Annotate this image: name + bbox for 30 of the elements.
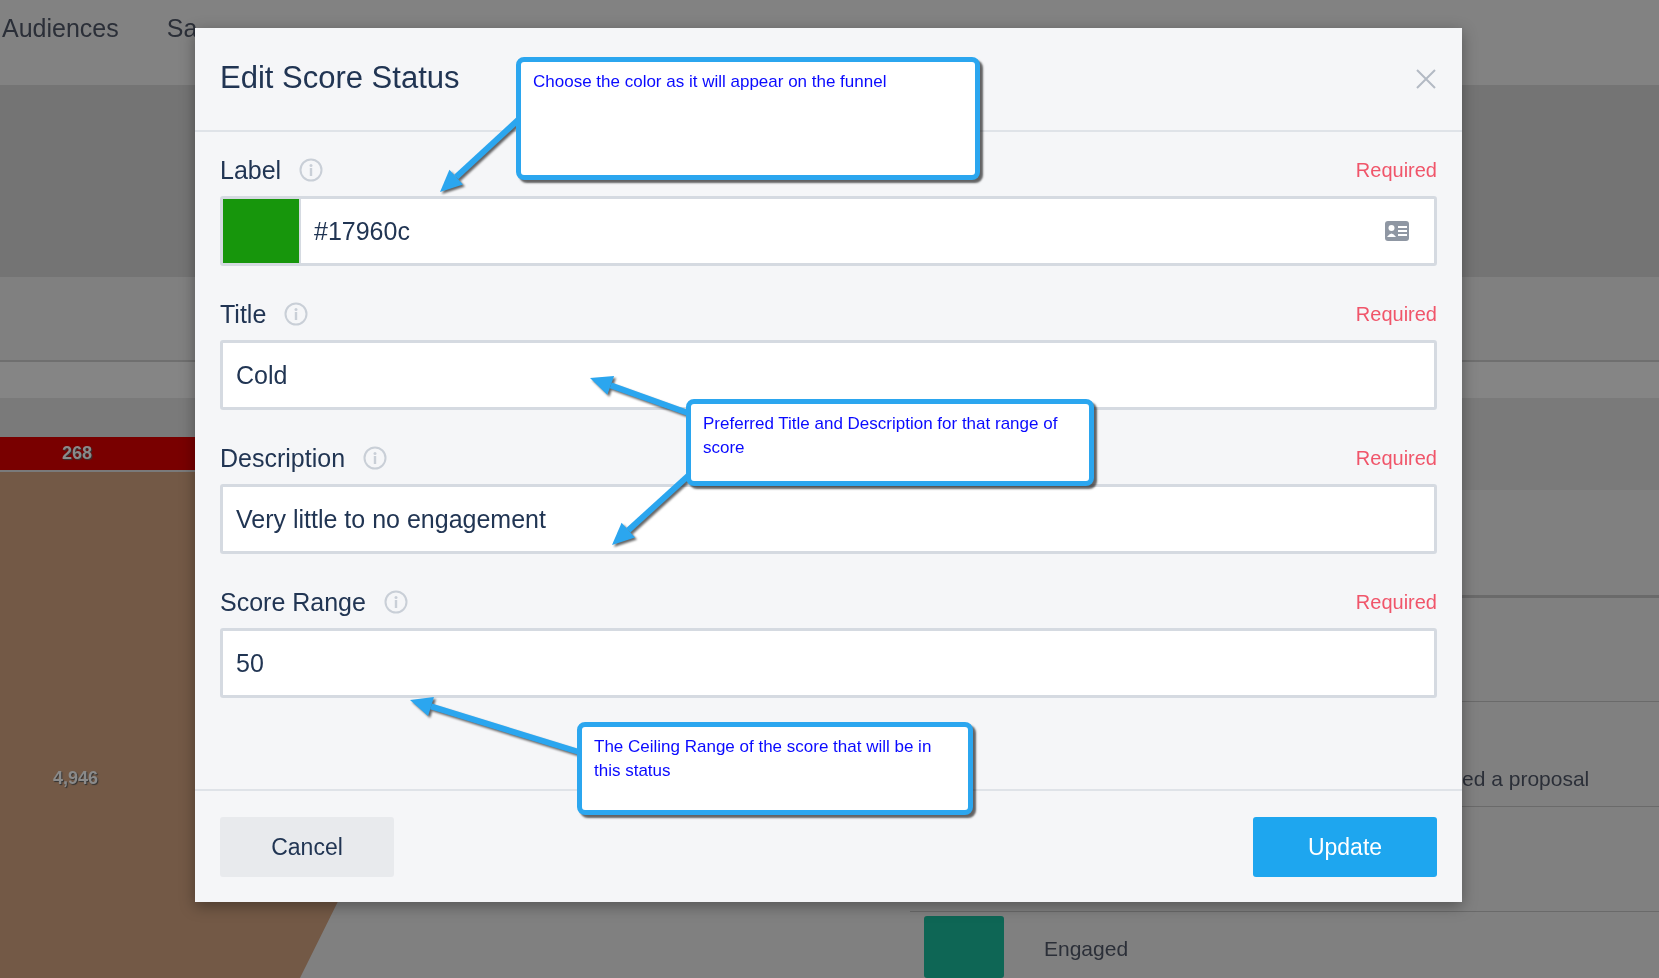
status-name: Engaged xyxy=(1044,936,1129,962)
annotation-callout: Choose the color as it will appear on the funnel xyxy=(516,57,980,180)
required-note: Required xyxy=(1355,590,1437,614)
cancel-button[interactable]: Cancel xyxy=(220,817,394,877)
field-label: Score Range xyxy=(220,587,366,617)
field-label: Label xyxy=(220,155,282,185)
info-icon[interactable] xyxy=(383,590,408,614)
close-icon[interactable] xyxy=(1416,69,1436,89)
info-icon[interactable] xyxy=(363,446,388,470)
color-swatch[interactable] xyxy=(223,199,301,263)
field-label: Description xyxy=(220,443,346,473)
hex-value-input[interactable]: #17960c xyxy=(301,199,1384,263)
text-field[interactable]: 50 xyxy=(220,628,1437,698)
funnel-value: 4,946 xyxy=(53,768,99,788)
text-field[interactable]: Cold xyxy=(220,340,1437,410)
contact-card-icon[interactable] xyxy=(1384,220,1410,242)
field-label: Title xyxy=(220,299,267,329)
annotation-callout: The Ceiling Range of the score that will be in this status xyxy=(577,722,973,815)
info-icon[interactable] xyxy=(299,158,324,182)
status-description: ed a proposal xyxy=(1462,766,1590,792)
info-icon[interactable] xyxy=(284,302,309,326)
annotation-callout: Preferred Title and Description for that range of score xyxy=(686,399,1094,486)
text-field[interactable]: Very little to no engagement xyxy=(220,484,1437,554)
color-field[interactable]: #17960c xyxy=(220,196,1437,266)
funnel-value: 268 xyxy=(62,443,93,463)
required-note: Required xyxy=(1355,158,1437,182)
required-note: Required xyxy=(1355,446,1437,470)
nav-tab[interactable]: Sa xyxy=(166,14,198,43)
required-note: Required xyxy=(1355,302,1437,326)
dialog-title: Edit Score Status xyxy=(220,60,460,96)
